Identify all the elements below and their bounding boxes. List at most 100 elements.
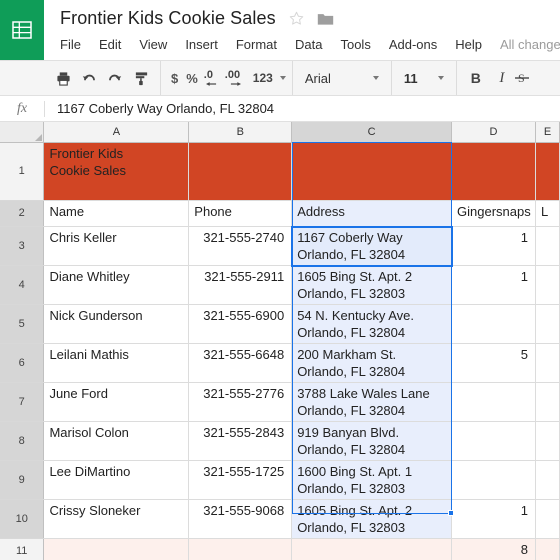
font-size-select[interactable]: 11 <box>398 71 450 86</box>
header-cell-phone[interactable]: Phone <box>188 200 293 227</box>
banner-fill-b[interactable] <box>188 142 293 201</box>
font-family-select[interactable]: Arial <box>299 71 385 86</box>
cell-e[interactable] <box>535 226 560 266</box>
banner-title-cell[interactable]: Frontier Kids Cookie Sales <box>43 142 190 201</box>
row-header-1[interactable]: 1 <box>0 142 45 201</box>
cell-address[interactable]: 1605 Bing St. Apt. 2 Orlando, FL 32803 <box>291 265 452 305</box>
document-title[interactable]: Frontier Kids Cookie Sales <box>60 8 276 29</box>
row-header-8[interactable]: 8 <box>0 421 45 461</box>
cell-name[interactable]: Chris Keller <box>43 226 190 266</box>
chevron-down-icon[interactable] <box>279 76 286 80</box>
banner-fill-d[interactable] <box>451 142 536 201</box>
row-header-5[interactable]: 5 <box>0 304 45 344</box>
cell-phone[interactable]: 321-555-1725 <box>188 460 293 500</box>
banner-fill-e[interactable] <box>535 142 560 201</box>
cell-e[interactable] <box>535 382 560 422</box>
cell-name[interactable]: Nick Gunderson <box>43 304 190 344</box>
header-cell-gingersnaps[interactable]: Gingersnaps <box>451 200 536 227</box>
italic-button[interactable]: I <box>489 65 515 91</box>
cell-e[interactable] <box>535 499 560 539</box>
cell-gingersnaps[interactable] <box>451 382 536 422</box>
folder-icon[interactable] <box>317 12 334 26</box>
column-header-d[interactable]: D <box>451 122 536 143</box>
menu-insert[interactable]: Insert <box>185 35 227 54</box>
cell-name[interactable]: Marisol Colon <box>43 421 190 461</box>
cell-address[interactable]: 3788 Lake Wales Lane Orlando, FL 32804 <box>291 382 452 422</box>
bold-button[interactable]: B <box>463 65 489 91</box>
cell-phone[interactable]: 321-555-6900 <box>188 304 293 344</box>
cell-phone[interactable]: 321-555-2911 <box>188 265 293 305</box>
redo-icon[interactable] <box>102 65 128 91</box>
menu-tools[interactable]: Tools <box>340 35 379 54</box>
cell-e[interactable] <box>535 421 560 461</box>
row-header-9[interactable]: 9 <box>0 460 45 500</box>
percent-format-button[interactable]: % <box>182 71 202 86</box>
column-header-b[interactable]: B <box>188 122 293 143</box>
cell-name[interactable]: Diane Whitley <box>43 265 190 305</box>
cell-e[interactable] <box>535 460 560 500</box>
increase-decimal-button[interactable]: .00 <box>224 65 250 91</box>
cell-gingersnaps[interactable]: 1 <box>451 499 536 539</box>
undo-icon[interactable] <box>76 65 102 91</box>
star-outline-icon[interactable] <box>288 10 305 27</box>
column-header-e[interactable]: E <box>535 122 560 143</box>
row-header-7[interactable]: 7 <box>0 382 45 422</box>
cell-gingersnaps[interactable] <box>451 460 536 500</box>
cell-name[interactable]: June Ford <box>43 382 190 422</box>
row-header-2[interactable]: 2 <box>0 200 45 227</box>
cell-gingersnaps[interactable]: 1 <box>451 226 536 266</box>
cell-e[interactable] <box>535 304 560 344</box>
cell-address[interactable]: 1167 Coberly Way Orlando, FL 32804 <box>291 226 452 266</box>
cell-address[interactable]: 1605 Bing St. Apt. 2 Orlando, FL 32803 <box>291 499 452 539</box>
paint-format-icon[interactable] <box>128 65 154 91</box>
totals-cell-name[interactable] <box>43 537 190 560</box>
cell-phone[interactable]: 321-555-9068 <box>188 499 293 539</box>
row-header-3[interactable]: 3 <box>0 226 45 266</box>
cell-address[interactable]: 54 N. Kentucky Ave. Orlando, FL 32804 <box>291 304 452 344</box>
column-header-c[interactable]: C <box>291 122 452 143</box>
menu-file[interactable]: File <box>60 35 90 54</box>
header-cell-e[interactable]: L <box>535 200 560 227</box>
menu-format[interactable]: Format <box>236 35 286 54</box>
column-header-a[interactable]: A <box>43 122 190 143</box>
totals-cell-address[interactable] <box>291 537 452 560</box>
row-header-6[interactable]: 6 <box>0 343 45 383</box>
cell-name[interactable]: Lee DiMartino <box>43 460 190 500</box>
sheets-logo-icon[interactable] <box>0 0 44 60</box>
cell-address[interactable]: 919 Banyan Blvd. Orlando, FL 32804 <box>291 421 452 461</box>
cell-gingersnaps[interactable] <box>451 421 536 461</box>
header-cell-address[interactable]: Address <box>291 200 452 227</box>
cell-phone[interactable]: 321-555-6648 <box>188 343 293 383</box>
menu-view[interactable]: View <box>139 35 176 54</box>
currency-format-button[interactable]: $ <box>167 71 182 86</box>
cell-address[interactable]: 1600 Bing St. Apt. 1 Orlando, FL 32803 <box>291 460 452 500</box>
banner-fill-c[interactable] <box>291 142 452 201</box>
row-header-4[interactable]: 4 <box>0 265 45 305</box>
row-header-11[interactable]: 11 <box>0 538 45 560</box>
formula-input[interactable]: 1167 Coberly Way Orlando, FL 32804 <box>45 101 560 116</box>
totals-cell-e[interactable] <box>535 537 560 560</box>
cell-e[interactable] <box>535 343 560 383</box>
cell-address[interactable]: 200 Markham St. Orlando, FL 32804 <box>291 343 452 383</box>
header-cell-name[interactable]: Name <box>43 200 190 227</box>
totals-cell-gingersnaps[interactable]: 8 <box>451 537 536 560</box>
cell-phone[interactable]: 321-555-2776 <box>188 382 293 422</box>
row-header-10[interactable]: 10 <box>0 499 45 539</box>
more-formats-button[interactable]: 123 <box>250 71 276 85</box>
cell-gingersnaps[interactable]: 1 <box>451 265 536 305</box>
cell-e[interactable] <box>535 265 560 305</box>
select-all-corner[interactable] <box>0 122 45 143</box>
decrease-decimal-button[interactable]: .0 <box>202 65 224 91</box>
menu-help[interactable]: Help <box>455 35 491 54</box>
cell-gingersnaps[interactable] <box>451 304 536 344</box>
cell-name[interactable]: Crissy Sloneker <box>43 499 190 539</box>
menu-addons[interactable]: Add-ons <box>389 35 446 54</box>
menu-data[interactable]: Data <box>295 35 331 54</box>
cell-phone[interactable]: 321-555-2843 <box>188 421 293 461</box>
cell-phone[interactable]: 321-555-2740 <box>188 226 293 266</box>
menu-edit[interactable]: Edit <box>99 35 130 54</box>
cell-name[interactable]: Leilani Mathis <box>43 343 190 383</box>
totals-cell-phone[interactable] <box>188 537 293 560</box>
cell-gingersnaps[interactable]: 5 <box>451 343 536 383</box>
strikethrough-button[interactable]: S <box>514 65 531 91</box>
